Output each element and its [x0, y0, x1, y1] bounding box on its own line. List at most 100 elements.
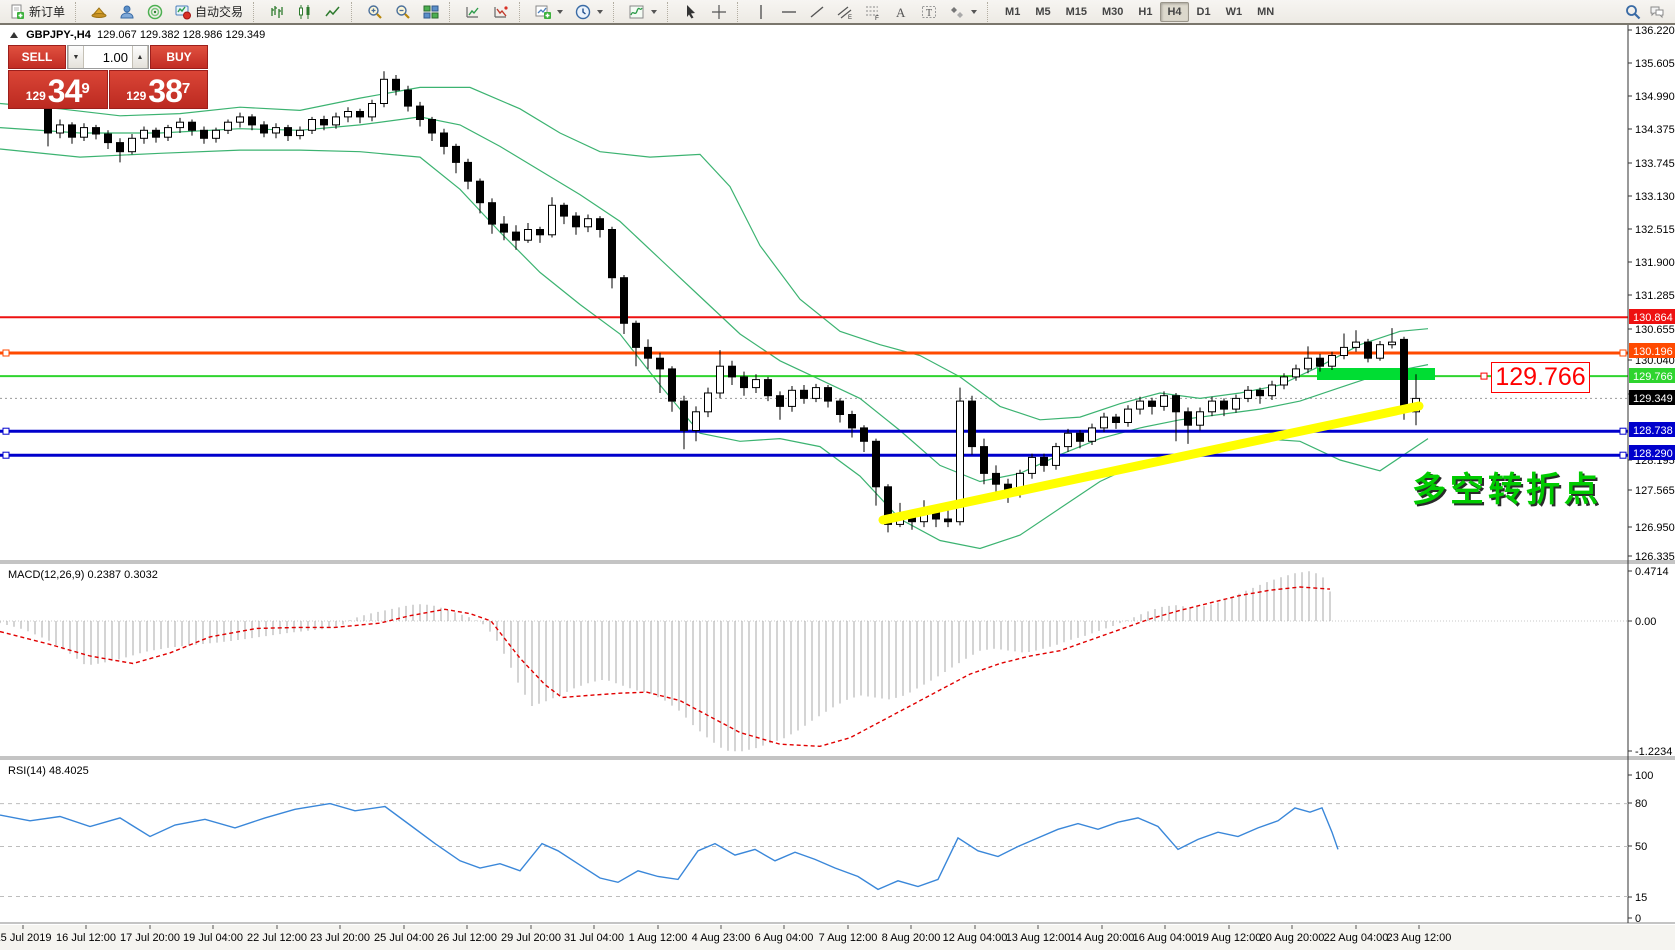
- new-chart-button[interactable]: [530, 1, 568, 23]
- svg-text:130.864: 130.864: [1633, 312, 1673, 324]
- arrange-sell-button[interactable]: [488, 1, 514, 23]
- indicators-icon: [629, 4, 645, 20]
- search-icon[interactable]: [1625, 4, 1641, 20]
- tf-w1[interactable]: W1: [1219, 2, 1250, 22]
- crosshair-icon: [711, 4, 727, 20]
- svg-text:19 Jul 04:00: 19 Jul 04:00: [183, 932, 243, 944]
- hline-handle[interactable]: [1620, 350, 1626, 356]
- channel-tool-button[interactable]: E: [832, 1, 858, 23]
- symbol-title: GBPJPY-,H4: [26, 29, 91, 41]
- shapes-tool-button[interactable]: [944, 1, 982, 23]
- sell-price-pip: 9: [81, 71, 89, 107]
- svg-text:T: T: [926, 8, 932, 19]
- auto-trading-label: 自动交易: [195, 3, 243, 20]
- volume-decrease-button[interactable]: ▼: [68, 46, 84, 68]
- signals-button[interactable]: [142, 1, 168, 23]
- svg-text:135.605: 135.605: [1635, 58, 1675, 70]
- svg-text:8 Aug 20:00: 8 Aug 20:00: [882, 932, 941, 944]
- tile-windows-button[interactable]: [418, 1, 444, 23]
- arrange-chart-up-icon: [465, 4, 481, 20]
- cursor-tool-button[interactable]: [678, 1, 704, 23]
- svg-text:50: 50: [1635, 841, 1647, 853]
- indicators-caret-icon: [651, 10, 657, 14]
- volume-input[interactable]: [84, 46, 132, 68]
- svg-text:23 Aug 12:00: 23 Aug 12:00: [1387, 932, 1452, 944]
- price-badge-130.196: 130.196: [1629, 343, 1675, 358]
- zoom-in-icon: [367, 4, 383, 20]
- auto-trading-button[interactable]: 自动交易: [170, 0, 248, 23]
- svg-text:136.220: 136.220: [1635, 25, 1675, 37]
- svg-text:0.00: 0.00: [1635, 616, 1656, 628]
- vertical-line-tool-button[interactable]: [748, 1, 774, 23]
- svg-text:0.4714: 0.4714: [1635, 566, 1669, 578]
- svg-text:22 Jul 12:00: 22 Jul 12:00: [247, 932, 307, 944]
- volume-increase-button[interactable]: ▲: [132, 46, 148, 68]
- buy-price-tile[interactable]: 129 38 7: [109, 70, 209, 109]
- bar-chart-button[interactable]: [264, 1, 290, 23]
- hline-handle[interactable]: [1620, 452, 1626, 458]
- hline-handle[interactable]: [3, 350, 9, 356]
- toolbar-separator: [253, 2, 259, 22]
- tf-d1[interactable]: D1: [1190, 2, 1218, 22]
- arrange-buy-button[interactable]: [460, 1, 486, 23]
- sell-button[interactable]: SELL: [8, 45, 66, 69]
- community-button[interactable]: [114, 1, 140, 23]
- tf-m15[interactable]: M15: [1059, 2, 1094, 22]
- tf-h4[interactable]: H4: [1160, 2, 1188, 22]
- fibonacci-tool-button[interactable]: F: [860, 1, 886, 23]
- price-badge-128.290: 128.290: [1629, 445, 1675, 460]
- new-order-button[interactable]: 新订单: [4, 0, 70, 23]
- symbol-expand-icon[interactable]: [10, 32, 18, 38]
- hline-handle[interactable]: [3, 428, 9, 434]
- hline-handle[interactable]: [3, 452, 9, 458]
- profiles-button[interactable]: [570, 1, 608, 23]
- indicators-button[interactable]: [624, 1, 662, 23]
- text-label-tool-button[interactable]: T: [916, 1, 942, 23]
- svg-text:80: 80: [1635, 798, 1647, 810]
- buy-button[interactable]: BUY: [150, 45, 208, 69]
- price-callout-label[interactable]: 129.766: [1491, 362, 1590, 393]
- chat-icon[interactable]: [1649, 4, 1665, 20]
- toolbar-separator: [737, 2, 743, 22]
- turning-point-note[interactable]: 多空转折点: [1412, 462, 1602, 511]
- text-tool-button[interactable]: A: [888, 1, 914, 23]
- zoom-out-button[interactable]: [390, 1, 416, 23]
- crosshair-tool-button[interactable]: [706, 1, 732, 23]
- market-button[interactable]: [86, 1, 112, 23]
- svg-text:13 Aug 12:00: 13 Aug 12:00: [1006, 932, 1071, 944]
- svg-text:133.745: 133.745: [1635, 158, 1675, 170]
- buy-price-pip: 7: [182, 71, 190, 107]
- hline-handle[interactable]: [1620, 428, 1626, 434]
- candlestick-chart-button[interactable]: [292, 1, 318, 23]
- tf-mn[interactable]: MN: [1250, 2, 1281, 22]
- svg-text:127.565: 127.565: [1635, 485, 1675, 497]
- line-chart-button[interactable]: [320, 1, 346, 23]
- timeframe-group: M1 M5 M15 M30 H1 H4 D1 W1 MN: [998, 2, 1281, 22]
- toolbar-separator: [667, 2, 673, 22]
- trendline-tool-button[interactable]: [804, 1, 830, 23]
- volume-stepper: ▼ ▲: [67, 45, 149, 69]
- horizontal-line-tool-button[interactable]: [776, 1, 802, 23]
- svg-text:126.335: 126.335: [1635, 551, 1675, 563]
- svg-text:20 Aug 20:00: 20 Aug 20:00: [1260, 932, 1325, 944]
- new-order-icon: [9, 4, 25, 20]
- toolbar-separator: [449, 2, 455, 22]
- sell-price-big: 34: [48, 76, 82, 106]
- tf-m1[interactable]: M1: [998, 2, 1027, 22]
- chart-header: GBPJPY-,H4 129.067 129.382 128.986 129.3…: [10, 29, 265, 41]
- callout-anchor-handle[interactable]: [1481, 373, 1487, 379]
- svg-text:17 Jul 20:00: 17 Jul 20:00: [120, 932, 180, 944]
- price-badge-129.349: 129.349: [1629, 390, 1675, 405]
- svg-text:F: F: [875, 15, 879, 20]
- sell-price-tile[interactable]: 129 34 9: [8, 70, 108, 109]
- tf-m5[interactable]: M5: [1028, 2, 1057, 22]
- svg-text:26 Jul 12:00: 26 Jul 12:00: [437, 932, 497, 944]
- zoom-in-button[interactable]: [362, 1, 388, 23]
- svg-text:128.290: 128.290: [1633, 448, 1673, 460]
- svg-text:E: E: [848, 15, 852, 20]
- toolbar-separator: [75, 2, 81, 22]
- tf-h1[interactable]: H1: [1131, 2, 1159, 22]
- tf-m30[interactable]: M30: [1095, 2, 1130, 22]
- shapes-caret-icon: [971, 10, 977, 14]
- support-highlight-rect[interactable]: [1317, 368, 1435, 380]
